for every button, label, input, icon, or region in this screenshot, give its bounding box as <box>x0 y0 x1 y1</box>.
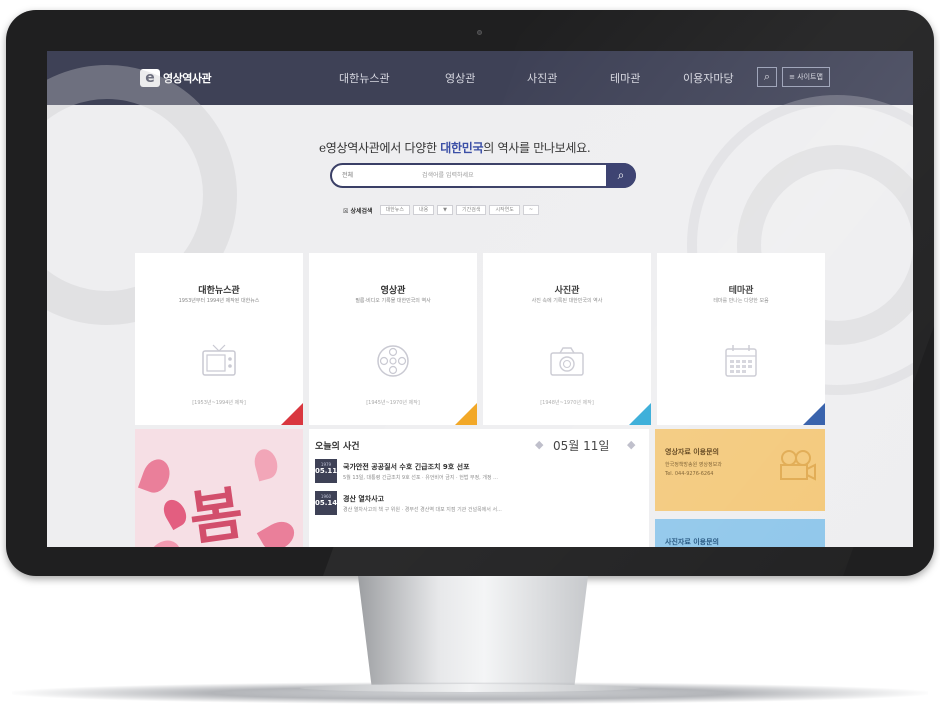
flower-decoration <box>137 455 175 497</box>
event-year: 1960 <box>320 494 332 499</box>
card-subtitle: 1953년부터 1994년 제작된 대한뉴스 <box>178 298 260 304</box>
today-in-history: 오늘의 사건 ◆ 05월 11일 ◆ 1979 05.11 국가안전 공공질서 … <box>309 429 649 547</box>
monitor-stand-base <box>300 684 640 692</box>
card-title: 영상관 <box>380 286 406 296</box>
filter-label: 상세검색 <box>350 207 373 215</box>
event-year: 1979 <box>320 462 332 467</box>
event-month-day: 05.11 <box>315 467 338 475</box>
sitemap-button[interactable]: ≡ 사이트맵 <box>782 67 830 87</box>
prev-date-button[interactable]: ◆ <box>535 438 543 451</box>
search-scope-select[interactable]: 전체 <box>342 170 353 179</box>
event-title[interactable]: 국가안전 공공질서 수호 긴급조치 9호 선포 <box>343 462 470 472</box>
film-reel-icon <box>377 345 409 377</box>
spring-banner-text: 봄 <box>185 478 248 547</box>
photo-inquiry-box[interactable]: 사진자료 이용문의 <box>655 519 825 547</box>
event-description: 경산 열차사고의 책 구 위원 · 경부선 경산역 대포 지점 기관 건널목에서… <box>343 507 502 513</box>
inquiry-title: 사진자료 이용문의 <box>665 538 719 546</box>
filter-chip[interactable]: ▼ <box>437 205 454 215</box>
event-description: 5월 13일, 대통령 긴급조치 9호 선포 · 유언비어 금지 · 헌법 부정… <box>343 475 498 481</box>
filter-chip[interactable]: ~ <box>522 205 540 215</box>
card-subtitle: 사진 속에 기록된 대한민국의 역사 <box>531 298 603 304</box>
inquiry-title: 영상자료 이용문의 <box>665 448 719 456</box>
card-corner-arrow <box>803 403 825 425</box>
film-camera-icon <box>780 450 816 481</box>
monitor-bezel: e 영상역사관 대한뉴스관 영상관 사진관 테마관 이용자마당 ⌕ ≡ 사이트맵… <box>6 10 934 576</box>
flower-decoration <box>256 516 300 547</box>
card-corner-arrow <box>629 403 651 425</box>
search-icon: ⌕ <box>617 168 625 182</box>
event-date-badge: 1979 05.11 <box>315 459 337 483</box>
filter-chip[interactable]: 기간검색 <box>456 205 487 215</box>
card-title: 사진관 <box>554 286 580 296</box>
camera-icon <box>550 347 584 376</box>
flower-decoration <box>159 495 191 531</box>
card-subtitle: 필름·비디오 기록물 대한민국의 역사 <box>355 298 431 304</box>
flower-decoration <box>251 446 281 482</box>
advanced-search-filters: ☒ 상세검색 대한뉴스 내용 ▼ 기간검색 시작연도 ~ <box>343 205 540 215</box>
card-theme[interactable]: 테마관 테마를 만나는 다양한 모음 <box>657 253 825 425</box>
calendar-icon <box>725 345 757 377</box>
search-bar: 전체 검색어를 입력하세요 ⌕ <box>330 163 636 188</box>
filter-chip[interactable]: 시작연도 <box>489 205 520 215</box>
search-button[interactable]: ⌕ <box>606 163 636 188</box>
advanced-search-toggle[interactable]: ☒ 상세검색 <box>343 206 373 215</box>
event-title[interactable]: 경산 열차사고 <box>343 494 384 504</box>
monitor-mockup: e 영상역사관 대한뉴스관 영상관 사진관 테마관 이용자마당 ⌕ ≡ 사이트맵… <box>0 0 940 709</box>
inquiry-line: 한국정책방송원 영상정보과 <box>665 462 722 468</box>
nav-theme[interactable]: 테마관 <box>610 70 640 86</box>
flower-decoration <box>140 533 188 547</box>
card-note: [1945년~1970년 제작] <box>366 400 420 406</box>
today-date: 05월 11일 <box>553 439 610 453</box>
card-subtitle: 테마를 만나는 다양한 모음 <box>713 298 769 304</box>
search-input[interactable]: 검색어를 입력하세요 <box>422 170 474 179</box>
hero-section: e영상역사관에서 다양한 대한민국의 역사를 만나보세요. 전체 검색어를 입력… <box>47 65 913 547</box>
filter-chip[interactable]: 대한뉴스 <box>379 205 410 215</box>
card-video[interactable]: 영상관 필름·비디오 기록물 대한민국의 역사 [1945년~1970년 제작] <box>309 253 477 425</box>
screen: e 영상역사관 대한뉴스관 영상관 사진관 테마관 이용자마당 ⌕ ≡ 사이트맵… <box>47 51 913 547</box>
tagline-highlight: 대한민국 <box>440 141 484 155</box>
search-icon[interactable]: ⌕ <box>757 67 777 87</box>
card-note: [1948년~1970년 제작] <box>540 400 594 406</box>
next-date-button[interactable]: ◆ <box>627 438 635 451</box>
video-inquiry-box[interactable]: 영상자료 이용문의 한국정책방송원 영상정보과 Tel. 044-9276-62… <box>655 429 825 511</box>
tagline-text: e영상역사관에서 다양한 <box>319 141 441 155</box>
inquiry-line: Tel. 044-9276-6264 <box>665 471 714 477</box>
event-date-badge: 1960 05.14 <box>315 491 337 515</box>
hero-tagline: e영상역사관에서 다양한 대한민국의 역사를 만나보세요. <box>319 139 591 156</box>
nav-daehan-news[interactable]: 대한뉴스관 <box>339 70 390 86</box>
nav-user-corner[interactable]: 이용자마당 <box>683 70 734 86</box>
monitor-stand <box>358 576 588 688</box>
card-note: [1953년~1994년 제작] <box>192 400 246 406</box>
card-corner-arrow <box>455 403 477 425</box>
card-title: 테마관 <box>728 286 754 296</box>
tv-icon <box>202 344 236 376</box>
card-corner-arrow <box>281 403 303 425</box>
card-photo[interactable]: 사진관 사진 속에 기록된 대한민국의 역사 [1948년~1970년 제작] <box>483 253 651 425</box>
card-daehan-news[interactable]: 대한뉴스관 1953년부터 1994년 제작된 대한뉴스 [1953년~1994… <box>135 253 303 425</box>
event-month-day: 05.14 <box>315 499 338 507</box>
spring-banner[interactable]: 봄 <box>135 429 303 547</box>
nav-video[interactable]: 영상관 <box>445 70 475 86</box>
filter-chip[interactable]: 내용 <box>412 205 435 215</box>
card-title: 대한뉴스관 <box>198 286 240 296</box>
camera-icon <box>477 30 482 35</box>
today-title: 오늘의 사건 <box>315 442 360 452</box>
tagline-text: 의 역사를 만나보세요. <box>483 141 591 155</box>
nav-photo[interactable]: 사진관 <box>527 70 557 86</box>
sitemap-label: 사이트맵 <box>797 73 823 81</box>
